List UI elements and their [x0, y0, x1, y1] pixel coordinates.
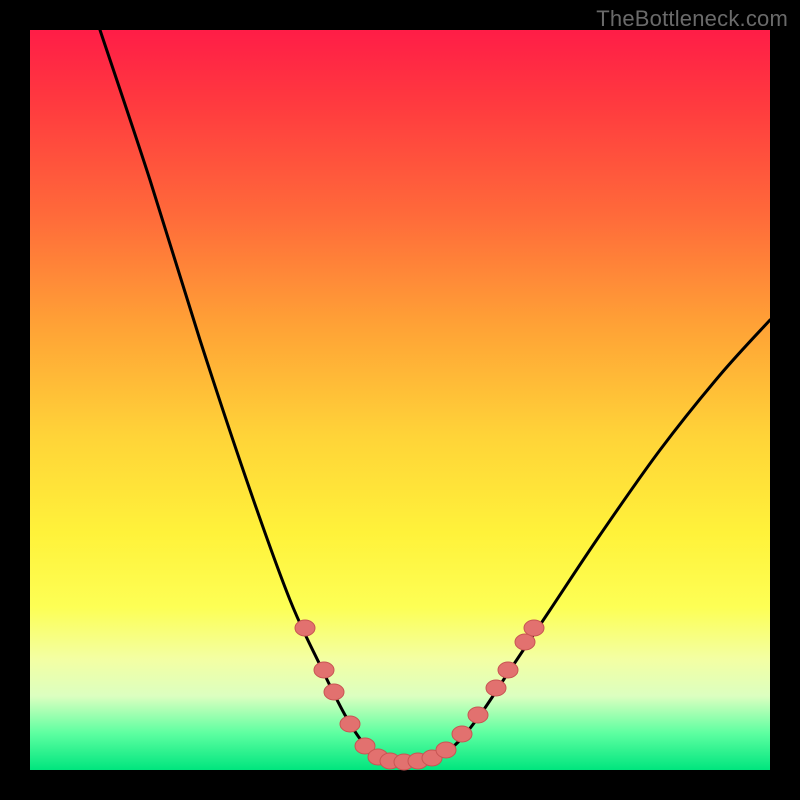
curve-marker: [452, 726, 472, 742]
curve-marker: [486, 680, 506, 696]
curve-marker: [515, 634, 535, 650]
watermark-text: TheBottleneck.com: [596, 6, 788, 32]
curve-marker: [498, 662, 518, 678]
curve-marker: [314, 662, 334, 678]
curve-markers: [295, 620, 544, 770]
curve-marker: [436, 742, 456, 758]
curve-marker: [340, 716, 360, 732]
outer-frame: TheBottleneck.com: [0, 0, 800, 800]
bottleneck-curve: [100, 30, 770, 762]
curve-marker: [295, 620, 315, 636]
curve-marker: [524, 620, 544, 636]
bottleneck-chart: [30, 30, 770, 770]
curve-marker: [468, 707, 488, 723]
curve-marker: [324, 684, 344, 700]
